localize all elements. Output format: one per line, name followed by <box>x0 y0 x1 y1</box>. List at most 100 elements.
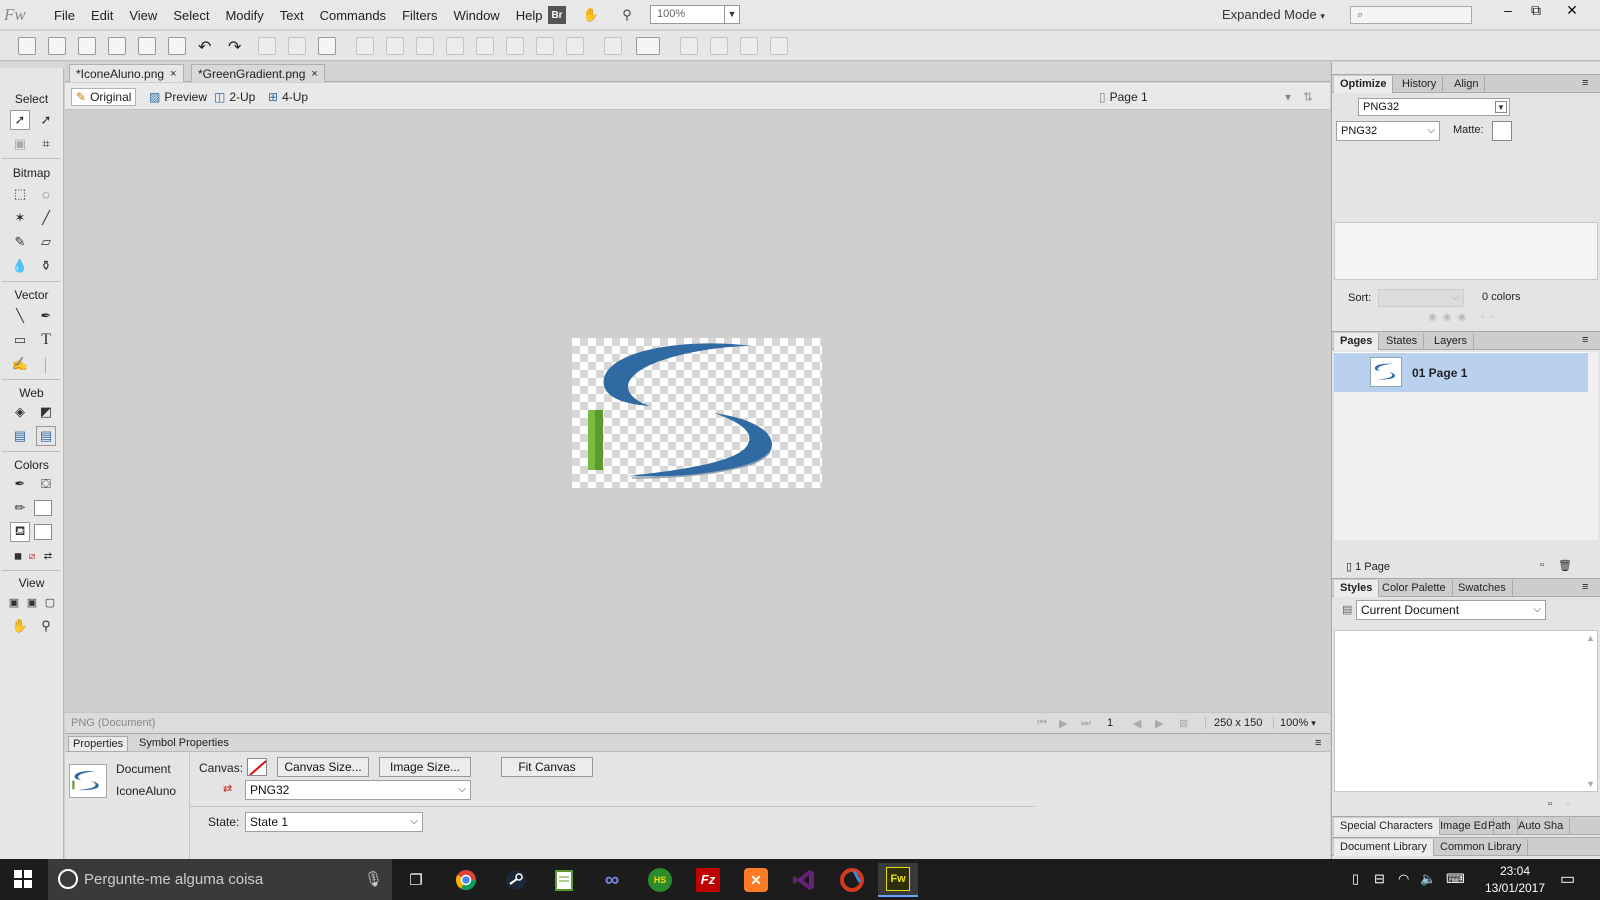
first-frame-icon[interactable]: ⏮ <box>1037 717 1047 730</box>
paste-icon[interactable] <box>318 37 336 55</box>
wifi-icon[interactable]: ◠ <box>1398 871 1409 887</box>
cortana-search[interactable]: Pergunte-me alguma coisa 🎙 <box>48 859 392 900</box>
menu-commands[interactable]: Commands <box>312 8 394 23</box>
close-icon[interactable]: × <box>311 68 317 80</box>
page-selector[interactable]: ▯ Page 1 <box>1095 88 1152 106</box>
hs-app-icon[interactable]: HS <box>640 863 680 897</box>
clock-date[interactable]: 13/01/2017 <box>1484 881 1546 895</box>
paint-bucket-icon[interactable]: ⛋ <box>36 474 56 494</box>
scroll-down-icon[interactable]: ▼ <box>1586 779 1595 789</box>
optimize-format-select[interactable]: PNG32 ⌵ <box>1336 121 1440 141</box>
align-icon[interactable] <box>636 37 660 55</box>
last-frame-icon[interactable]: ⏭ <box>1081 717 1091 730</box>
line-tool-icon[interactable]: ╲ <box>10 306 30 326</box>
slice-tool-icon[interactable]: ◩ <box>36 402 56 422</box>
visual-studio-icon[interactable] <box>784 863 824 897</box>
hotspot-tool-icon[interactable]: ◈ <box>10 402 30 422</box>
export-icon[interactable] <box>138 37 156 55</box>
rotate-right-icon[interactable] <box>710 37 728 55</box>
optimize-preset-select[interactable]: PNG32 ▼ <box>1358 98 1510 116</box>
send-back-icon[interactable] <box>566 37 584 55</box>
close-icon[interactable]: × <box>170 68 176 80</box>
menu-filters[interactable]: Filters <box>394 8 445 23</box>
image-size-button[interactable]: Image Size... <box>379 757 471 777</box>
crop-tool-icon[interactable]: ⌗ <box>36 134 56 154</box>
menu-select[interactable]: Select <box>165 8 217 23</box>
trash-icon[interactable]: 🗑 <box>1558 559 1572 572</box>
bring-forward-icon[interactable] <box>506 37 524 55</box>
hand-tool-icon[interactable]: ✋ <box>10 616 30 636</box>
menu-modify[interactable]: Modify <box>217 8 271 23</box>
styles-list[interactable]: ▲ ▼ <box>1334 630 1598 792</box>
bring-front-icon[interactable] <box>476 37 494 55</box>
freeform-tool-icon[interactable]: ✍ <box>10 354 30 374</box>
import-icon[interactable] <box>108 37 126 55</box>
page-item[interactable]: 01 Page 1 <box>1334 352 1588 392</box>
rotate-left-icon[interactable] <box>680 37 698 55</box>
blur-tool-icon[interactable]: 💧 <box>10 256 30 276</box>
minimize-icon[interactable]: – <box>1494 0 1522 20</box>
panel-menu-icon[interactable]: ≡ <box>1582 334 1588 346</box>
pen-tool-icon[interactable]: ✒ <box>36 306 56 326</box>
eraser-tool-icon[interactable]: ▱ <box>36 232 56 252</box>
document-canvas[interactable] <box>572 338 822 488</box>
restore-icon[interactable]: ⧉ <box>1522 0 1550 20</box>
workspace-mode[interactable]: Expanded Mode ▾ <box>1222 7 1325 22</box>
rectangle-tool-icon[interactable]: ▭ <box>10 330 30 350</box>
infinity-app-icon[interactable]: ∞ <box>592 863 632 897</box>
menu-help[interactable]: Help <box>508 8 551 23</box>
close-icon[interactable]: ✕ <box>1558 0 1586 20</box>
save-icon[interactable] <box>48 37 66 55</box>
knife-tool-icon[interactable]: │ <box>36 354 56 374</box>
fit-canvas-button[interactable]: Fit Canvas <box>501 757 593 777</box>
print-icon[interactable] <box>168 37 186 55</box>
tab-color-palette[interactable]: Color Palette <box>1376 580 1453 597</box>
menu-view[interactable]: View <box>121 8 165 23</box>
tab-states[interactable]: States <box>1380 333 1425 350</box>
new-style-icon[interactable]: ▫ <box>1548 798 1552 810</box>
scale-tool-icon[interactable]: ▣ <box>10 134 30 154</box>
pencil-tool-icon[interactable]: ✎ <box>10 232 30 252</box>
search-input[interactable]: ⌕ <box>1350 6 1472 24</box>
scroll-up-icon[interactable]: ▲ <box>1586 633 1595 643</box>
tab-document-library[interactable]: Document Library <box>1334 839 1434 856</box>
zoom-readout[interactable]: 100% ▾ <box>1273 717 1329 729</box>
text-tool-icon[interactable]: T <box>36 330 56 350</box>
chevron-down-icon[interactable]: ▼ <box>724 6 739 23</box>
stroke-color-icon[interactable]: ✏ <box>10 498 30 518</box>
export-format-select[interactable]: PNG32 ⌵ <box>245 780 471 800</box>
cut-icon[interactable] <box>258 37 276 55</box>
tab-align[interactable]: Align <box>1448 76 1486 93</box>
two-up-view-button[interactable]: ◫ 2-Up <box>210 88 259 106</box>
full-screen-menus-icon[interactable]: ▣ <box>22 592 42 612</box>
four-up-view-button[interactable]: ⊞ 4-Up <box>264 88 312 106</box>
tab-swatches[interactable]: Swatches <box>1452 580 1513 597</box>
magic-wand-icon[interactable]: ✶ <box>10 208 30 228</box>
hand-icon[interactable]: ✋ <box>582 6 600 24</box>
send-backward-icon[interactable] <box>536 37 554 55</box>
next-frame-icon[interactable]: ▶ <box>1155 717 1163 730</box>
tab-optimize[interactable]: Optimize <box>1334 76 1394 93</box>
sort-select[interactable]: ⌵ <box>1378 289 1464 307</box>
device-icon[interactable]: ▯ <box>1352 871 1359 887</box>
task-view-icon[interactable]: ❐ <box>396 863 436 897</box>
menu-window[interactable]: Window <box>445 8 507 23</box>
stop-icon[interactable]: ⊠ <box>1179 717 1188 730</box>
preview-view-button[interactable]: ▨ Preview <box>145 88 211 106</box>
new-file-icon[interactable] <box>18 37 36 55</box>
magnifier-icon[interactable]: ⚲ <box>618 6 636 24</box>
fill-color-icon[interactable]: ⛾ <box>10 522 30 542</box>
tab-layers[interactable]: Layers <box>1428 333 1475 350</box>
fireworks-taskbar-icon[interactable]: Fw <box>878 863 918 897</box>
tab-iconealuno[interactable]: *IconeAluno.png × <box>69 64 184 82</box>
copy-icon[interactable] <box>288 37 306 55</box>
redo-icon[interactable]: ↷ <box>228 37 246 56</box>
page-options-icon[interactable]: ⇅ <box>1299 88 1317 106</box>
swap-colors-icon[interactable]: ⇄ <box>38 546 58 566</box>
play-icon[interactable]: ▶ <box>1059 717 1067 730</box>
stroke-color-swatch[interactable] <box>34 500 52 516</box>
original-view-button[interactable]: ✎ Original <box>71 88 137 106</box>
canvas-color-swatch[interactable] <box>247 758 267 776</box>
tab-common-library[interactable]: Common Library <box>1434 839 1529 856</box>
tab-special-characters[interactable]: Special Characters <box>1334 818 1440 835</box>
